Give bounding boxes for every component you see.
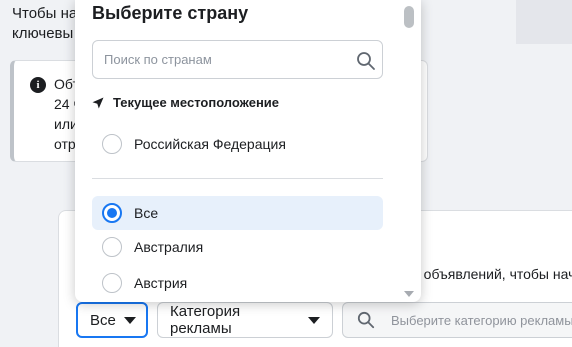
intro-line-1: Чтобы на xyxy=(12,5,78,22)
ad-category-label: Категория рекламы xyxy=(170,303,241,337)
intro-line-2: ключевы xyxy=(12,25,74,42)
radio-button[interactable] xyxy=(102,134,122,154)
radio-button[interactable] xyxy=(102,273,122,293)
country-filter-button[interactable]: Все xyxy=(76,302,148,338)
dropdown-title: Выберите страну xyxy=(92,3,249,23)
country-option-all[interactable]: Все xyxy=(92,196,383,230)
current-location-heading: Текущее местоположение xyxy=(92,95,279,110)
country-filter-label: Все xyxy=(90,311,116,329)
search-icon xyxy=(357,52,375,70)
scroll-down-icon[interactable] xyxy=(404,291,414,297)
country-option-label: Российская Федерация xyxy=(134,136,286,152)
country-option-current[interactable]: Российская Федерация xyxy=(92,127,383,161)
ad-category-search-placeholder: Выберите категорию рекламы xyxy=(391,312,572,328)
current-location-label: Текущее местоположение xyxy=(113,95,280,110)
country-option-label: Все xyxy=(134,205,159,221)
country-option-austria[interactable]: Австрия xyxy=(92,266,383,300)
ad-category-search-input[interactable]: Выберите категорию рекламы xyxy=(342,302,572,338)
radio-button[interactable] xyxy=(102,237,122,257)
country-option-label: Австрия xyxy=(134,275,188,291)
country-option-label: Австралия xyxy=(134,239,204,255)
background-panel xyxy=(516,0,572,44)
card-description: о объявлений, чтобы нач xyxy=(412,266,572,282)
radio-button-selected[interactable] xyxy=(102,203,122,223)
search-icon xyxy=(357,311,375,329)
info-icon: i xyxy=(30,77,46,93)
chevron-down-icon xyxy=(308,316,320,324)
dropdown-scrollbar[interactable] xyxy=(401,0,417,302)
scrollbar-thumb[interactable] xyxy=(404,6,414,28)
ad-category-button[interactable]: Категория рекламы xyxy=(157,302,333,338)
country-option-australia[interactable]: Австралия xyxy=(92,230,383,264)
country-dropdown: Выберите страну Поиск по странам Текущее… xyxy=(75,0,421,302)
divider xyxy=(92,178,383,179)
country-search-input[interactable]: Поиск по странам xyxy=(92,40,383,79)
chevron-down-icon xyxy=(123,316,136,324)
location-arrow-icon xyxy=(92,97,104,108)
country-search-placeholder: Поиск по странам xyxy=(104,52,212,67)
